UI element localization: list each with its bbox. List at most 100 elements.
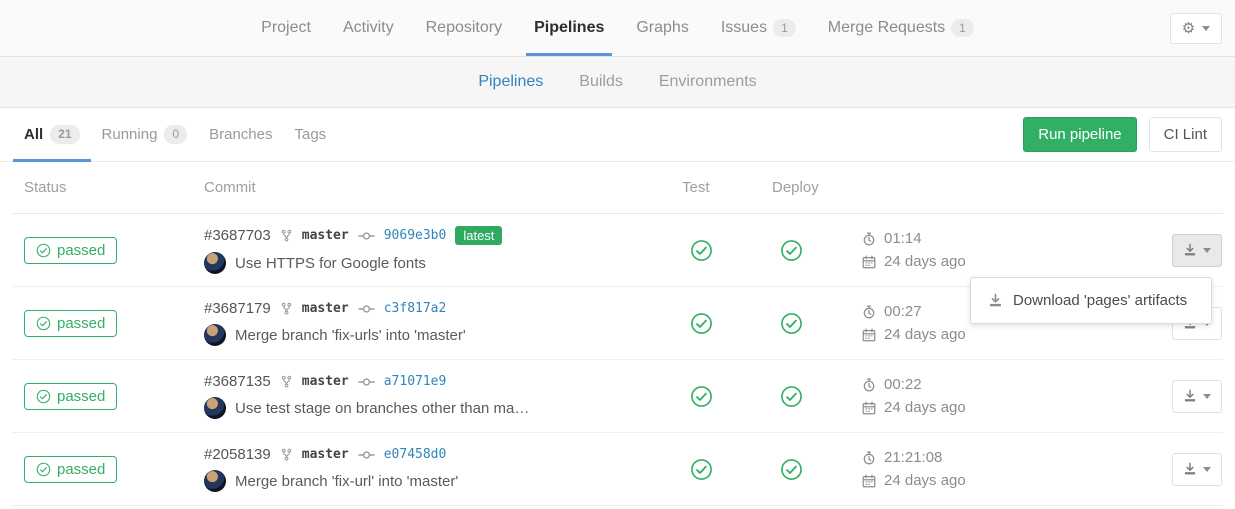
pipeline-age: 24 days ago [884,472,966,489]
deploy-stage-passed-icon[interactable] [780,239,803,262]
commit-sha-link[interactable]: a71071e9 [384,374,447,389]
commit-icon [358,304,375,314]
branch-icon [280,302,293,315]
nav-item-project[interactable]: Project [247,0,325,56]
check-circle-icon [36,243,51,258]
stopwatch-icon [862,451,876,465]
artifacts-dropdown-menu: Download 'pages' artifacts [970,277,1212,324]
avatar[interactable] [204,397,226,419]
commit-message-link[interactable]: Merge branch 'fix-urls' into 'master' [235,327,466,344]
pipeline-id: #2058139 [204,446,271,463]
download-pages-artifacts-item[interactable]: Download 'pages' artifacts [971,284,1211,317]
pipeline-id: #3687135 [204,373,271,390]
project-nav-list: Project Activity Repository Pipelines Gr… [247,0,988,56]
avatar[interactable] [204,324,226,346]
filter-tab-running[interactable]: Running 0 [91,108,199,161]
pipeline-age: 24 days ago [884,326,966,343]
avatar[interactable] [204,252,226,274]
commit-sha-link[interactable]: 9069e3b0 [384,228,447,243]
filter-tabs: All 21 Running 0 Branches Tags [13,108,337,161]
project-settings-button[interactable]: ⚙ [1170,13,1222,44]
commit-message-link[interactable]: Merge branch 'fix-url' into 'master' [235,473,458,490]
filter-tab-branches[interactable]: Branches [198,108,283,161]
calendar-icon [862,401,876,415]
pipeline-id: #3687179 [204,300,271,317]
branch-link[interactable]: master [302,228,349,243]
check-circle-icon [36,316,51,331]
latest-badge: latest [455,226,502,245]
status-badge[interactable]: passed [24,456,117,483]
commit-icon [358,450,375,460]
gear-icon: ⚙ [1182,21,1195,36]
nav-item-activity[interactable]: Activity [329,0,408,56]
stopwatch-icon [862,378,876,392]
download-icon [1183,243,1197,257]
commit-message-link[interactable]: Use HTTPS for Google fonts [235,255,426,272]
download-artifacts-button[interactable] [1172,380,1222,413]
branch-link[interactable]: master [302,447,349,462]
pipelines-filter-bar: All 21 Running 0 Branches Tags Run pipel… [0,108,1235,162]
subnav-item-pipelines[interactable]: Pipelines [464,73,557,91]
subnav-item-environments[interactable]: Environments [645,73,771,91]
pipeline-row: passed #3687135 master a71071e9 Use test… [12,360,1223,433]
table-header-row: Status Commit Test Deploy [12,162,1223,214]
test-stage-passed-icon[interactable] [690,312,713,335]
all-count-badge: 21 [50,125,79,143]
nav-item-merge-requests[interactable]: Merge Requests 1 [814,0,988,56]
status-badge[interactable]: passed [24,383,117,410]
pipeline-age: 24 days ago [884,399,966,416]
commit-message-link[interactable]: Use test stage on branches other than ma… [235,400,529,417]
nav-item-graphs[interactable]: Graphs [622,0,702,56]
chevron-down-icon [1202,26,1210,31]
pipeline-id: #3687703 [204,227,271,244]
column-header-commit: Commit [192,179,670,196]
deploy-stage-passed-icon[interactable] [780,312,803,335]
download-artifacts-button[interactable] [1172,234,1222,267]
branch-link[interactable]: master [302,374,349,389]
avatar[interactable] [204,470,226,492]
commit-sha-link[interactable]: e07458d0 [384,447,447,462]
stopwatch-icon [862,232,876,246]
test-stage-passed-icon[interactable] [690,239,713,262]
deploy-stage-passed-icon[interactable] [780,385,803,408]
pipeline-duration: 00:22 [884,376,922,393]
project-nav: Project Activity Repository Pipelines Gr… [0,0,1235,56]
branch-icon [280,375,293,388]
pipelines-page: Project Activity Repository Pipelines Gr… [0,0,1235,509]
commit-icon [358,231,375,241]
pipeline-duration: 21:21:08 [884,449,942,466]
commit-icon [358,377,375,387]
nav-item-repository[interactable]: Repository [412,0,516,56]
filter-tab-all[interactable]: All 21 [13,108,91,161]
pipeline-age: 24 days ago [884,253,966,270]
test-stage-passed-icon[interactable] [690,385,713,408]
filter-tab-tags[interactable]: Tags [283,108,337,161]
download-icon [988,293,1003,308]
column-header-test: Test [670,179,760,196]
calendar-icon [862,328,876,342]
ci-lint-button[interactable]: CI Lint [1149,117,1222,152]
chevron-down-icon [1203,467,1211,472]
calendar-icon [862,255,876,269]
test-stage-passed-icon[interactable] [690,458,713,481]
status-badge[interactable]: passed [24,310,117,337]
check-circle-icon [36,389,51,404]
pipeline-duration: 00:27 [884,303,922,320]
check-circle-icon [36,462,51,477]
commit-sha-link[interactable]: c3f817a2 [384,301,447,316]
issues-count-badge: 1 [773,19,796,37]
branch-link[interactable]: master [302,301,349,316]
download-icon [1183,462,1197,476]
pipelines-table: Status Commit Test Deploy passed #368770… [0,162,1235,506]
subnav-item-builds[interactable]: Builds [565,73,637,91]
status-badge[interactable]: passed [24,237,117,264]
nav-item-issues[interactable]: Issues 1 [707,0,810,56]
download-artifacts-button[interactable] [1172,453,1222,486]
deploy-stage-passed-icon[interactable] [780,458,803,481]
nav-item-pipelines[interactable]: Pipelines [520,0,618,56]
pipelines-subnav: Pipelines Builds Environments [0,56,1235,108]
run-pipeline-button[interactable]: Run pipeline [1023,117,1136,152]
calendar-icon [862,474,876,488]
chevron-down-icon [1203,394,1211,399]
pipeline-duration: 01:14 [884,230,922,247]
